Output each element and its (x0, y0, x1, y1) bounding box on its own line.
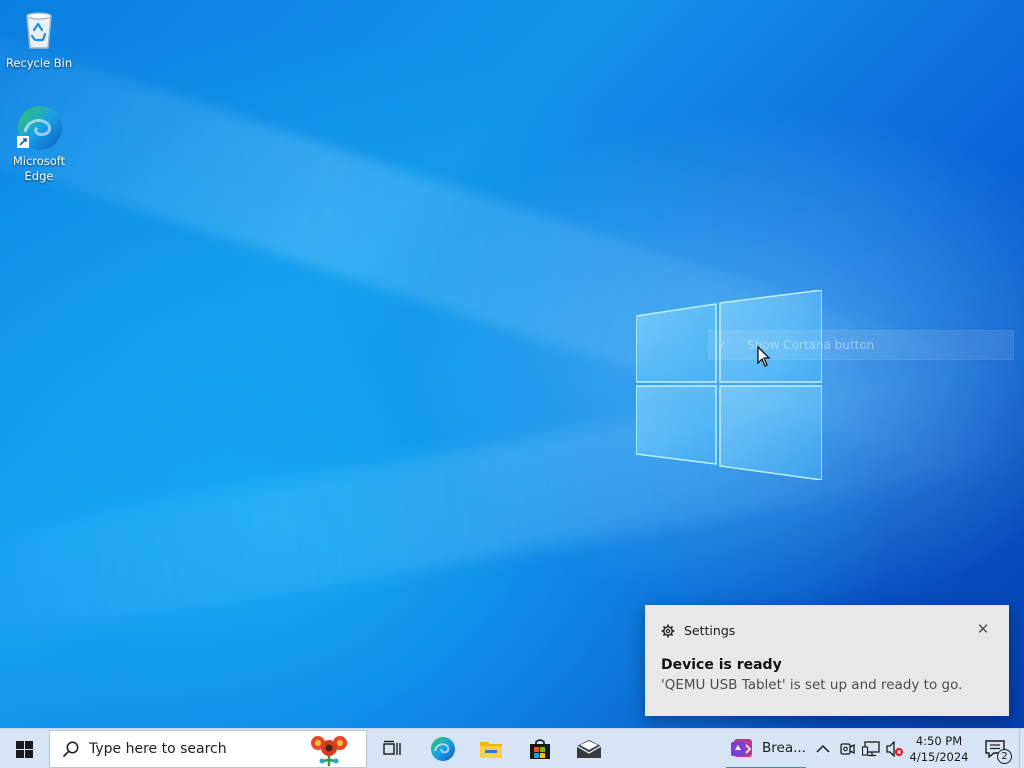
search-placeholder: Type here to search (89, 741, 227, 757)
volume-muted-icon (886, 741, 903, 757)
notification-app-name: Settings (684, 623, 736, 638)
context-menu-item-show-cortana[interactable]: ✓ Show Cortana button (708, 330, 1014, 360)
notification-count-badge: 2 (997, 749, 1012, 764)
clock-date: 4/15/2024 (909, 750, 969, 764)
network-icon (862, 741, 880, 757)
folder-icon (480, 742, 502, 758)
taskbar-file-explorer-button[interactable] (471, 729, 511, 768)
taskbar-running-app[interactable]: Brea... (726, 729, 806, 768)
running-app-label: Brea... (762, 740, 806, 756)
edge-icon (431, 737, 455, 761)
chevron-up-icon (816, 744, 830, 753)
desktop-icon-label: Recycle Bin (5, 56, 73, 70)
search-icon (62, 741, 79, 758)
desktop: Recycle Bin Microsoft Edge ✓ Show Cortan… (0, 0, 1024, 728)
meet-now-button[interactable] (837, 729, 857, 768)
network-button[interactable] (860, 729, 882, 768)
context-menu-item-label: Show Cortana button (747, 338, 875, 352)
notification-toast[interactable]: Settings ✕ Device is ready 'QEMU USB Tab… (645, 605, 1009, 716)
gear-icon (661, 624, 675, 637)
taskbar-mail-button[interactable] (569, 729, 609, 768)
store-icon (530, 739, 550, 759)
check-icon: ✓ (717, 338, 728, 352)
windows-start-icon (15, 740, 33, 758)
taskbar: Type here to search Brea... 4:50 PM 4/15… (0, 728, 1024, 768)
search-box[interactable]: Type here to search (49, 730, 367, 768)
taskbar-edge-button[interactable] (423, 729, 463, 768)
taskbar-store-button[interactable] (520, 729, 560, 768)
light-beam (0, 0, 1022, 485)
mail-icon (576, 740, 602, 758)
clock-time: 4:50 PM (915, 734, 963, 748)
desktop-icon-recycle-bin[interactable]: Recycle Bin (3, 6, 75, 71)
app-icon (731, 739, 752, 757)
edge-icon (15, 104, 63, 152)
show-desktop-button[interactable] (1019, 729, 1024, 768)
meet-now-icon (840, 743, 855, 755)
search-highlight-flowers-icon (311, 736, 347, 766)
desktop-icon-microsoft-edge[interactable]: Microsoft Edge (3, 104, 75, 184)
close-icon[interactable]: ✕ (975, 621, 991, 637)
notification-header: Settings (661, 623, 735, 638)
task-view-button[interactable] (372, 729, 412, 768)
clock[interactable]: 4:50 PM 4/15/2024 (908, 729, 970, 768)
recycle-bin-icon (15, 6, 63, 54)
windows-logo-wallpaper (636, 290, 822, 480)
start-button[interactable] (0, 729, 48, 768)
show-hidden-icons-button[interactable] (812, 729, 834, 768)
volume-button[interactable] (884, 729, 906, 768)
desktop-icon-label: Microsoft Edge (12, 154, 66, 183)
notification-title: Device is ready (661, 657, 782, 673)
notification-body: 'QEMU USB Tablet' is set up and ready to… (661, 677, 963, 693)
action-center-button[interactable]: 2 (976, 729, 1014, 768)
task-view-icon (383, 740, 401, 755)
